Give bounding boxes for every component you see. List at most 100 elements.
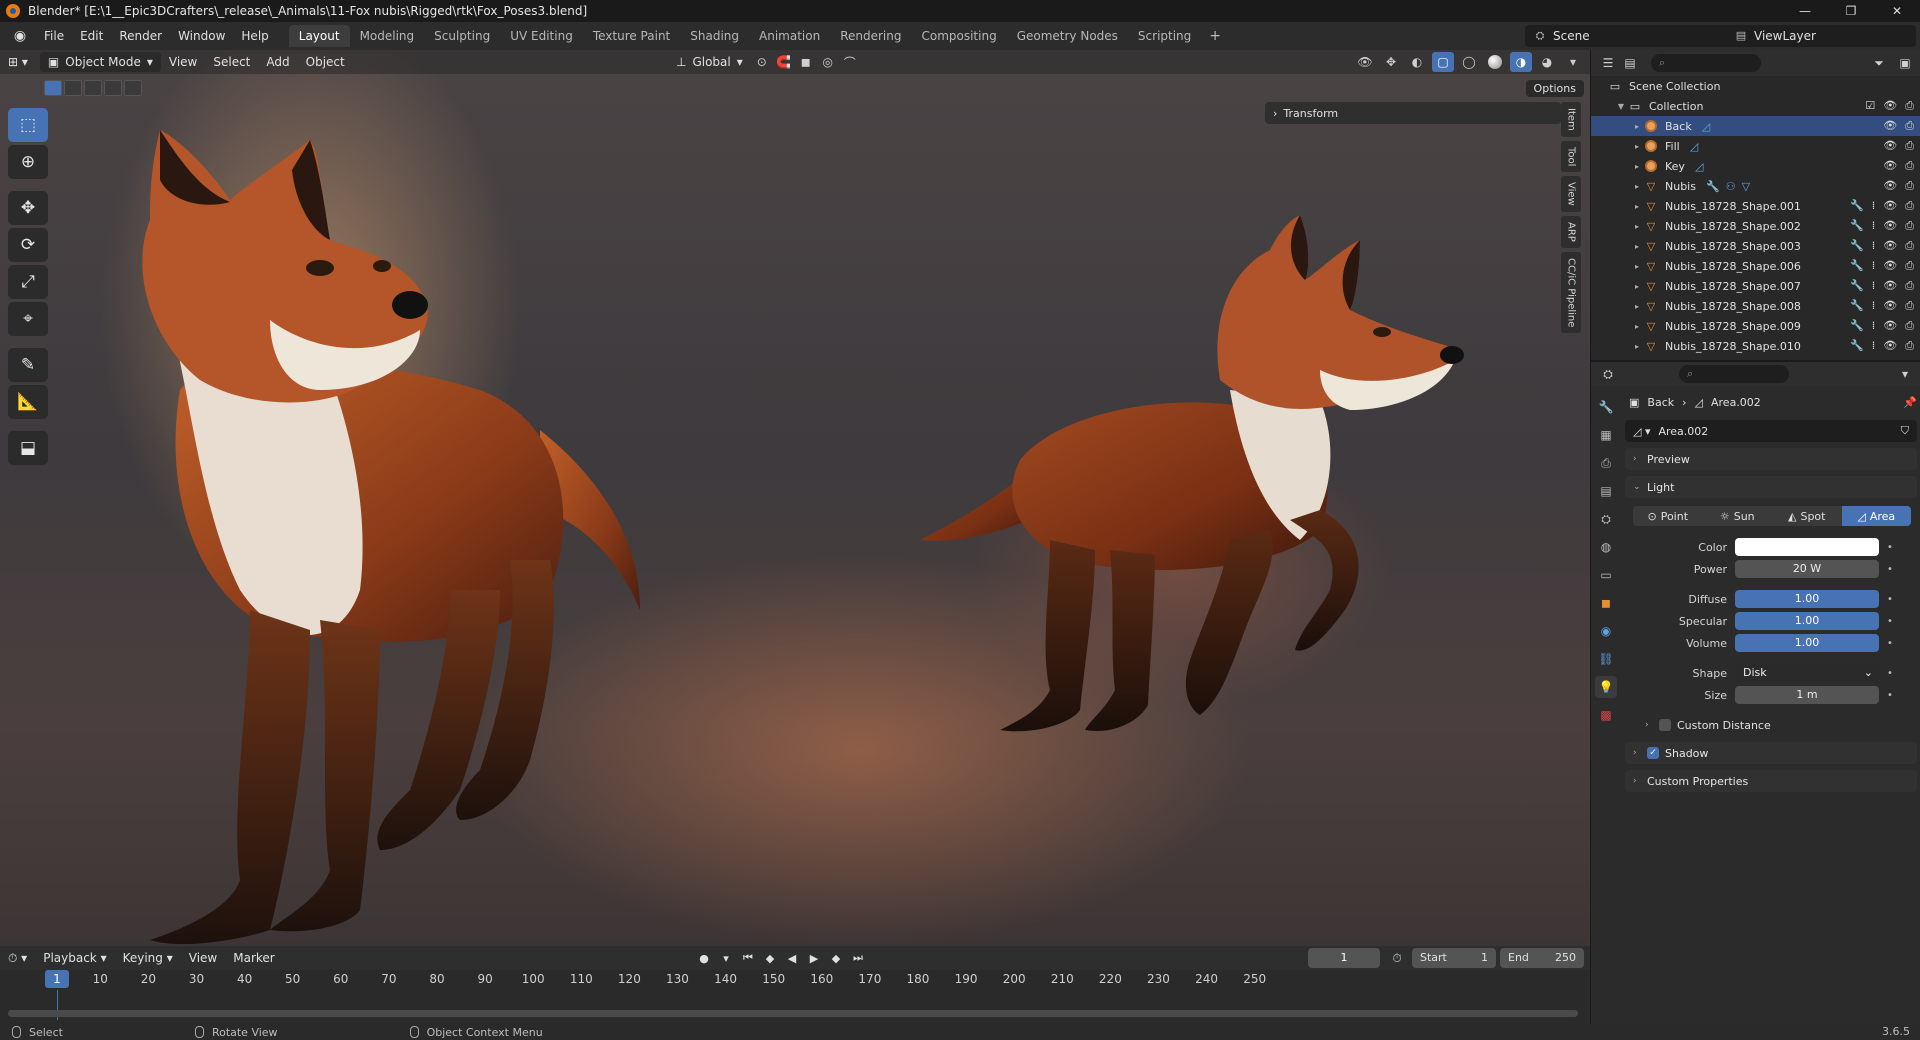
- light-data-icon[interactable]: ◿: [1702, 120, 1710, 133]
- outliner-row-nubis-18728-shape-006[interactable]: ▸ ▽ Nubis_18728_Shape.006 🔧 ⁞ 👁 ⎙: [1591, 256, 1920, 276]
- outliner-row-fill[interactable]: ▸ Fill ◿ 👁 ⎙: [1591, 136, 1920, 156]
- menu-file[interactable]: File: [36, 29, 72, 43]
- collection-props-icon[interactable]: ▭: [1595, 564, 1617, 586]
- expand-arrow-icon[interactable]: ▸: [1631, 242, 1643, 251]
- volume-slider[interactable]: 1.00: [1735, 634, 1879, 652]
- size-field[interactable]: 1 m: [1735, 686, 1879, 704]
- viewport-menu-add[interactable]: Add: [258, 52, 297, 72]
- camera-icon[interactable]: ⎙: [1905, 279, 1914, 293]
- display-mode-icon[interactable]: ▤: [1619, 53, 1641, 73]
- tab-layout[interactable]: Layout: [288, 25, 350, 47]
- snap-target-icon[interactable]: ◼: [795, 52, 817, 72]
- light-data-icon[interactable]: ◿: [1690, 140, 1698, 153]
- select-subtract-icon[interactable]: [84, 80, 102, 96]
- shadow-panel-header[interactable]: › ✓ Shadow: [1625, 742, 1917, 764]
- playhead[interactable]: 1: [45, 970, 69, 988]
- outliner-row-back[interactable]: ▸ Back ◿ 👁 ⎙: [1591, 116, 1920, 136]
- shading-options-icon[interactable]: ▾: [1562, 52, 1584, 72]
- outliner-row-nubis-18728-shape-008[interactable]: ▸ ▽ Nubis_18728_Shape.008 🔧 ⁞ 👁 ⎙: [1591, 296, 1920, 316]
- eye-icon[interactable]: 👁: [1883, 259, 1897, 273]
- custom-distance-subpanel[interactable]: › Custom Distance: [1625, 714, 1917, 736]
- tab-geometry-nodes[interactable]: Geometry Nodes: [1007, 25, 1128, 47]
- datablock-type-icon[interactable]: ◿ ▾: [1633, 425, 1650, 438]
- light-type-area[interactable]: ◿ Area: [1841, 506, 1911, 526]
- menu-edit[interactable]: Edit: [72, 29, 111, 43]
- eye-icon[interactable]: 👁: [1883, 319, 1897, 333]
- menu-window[interactable]: Window: [170, 29, 233, 43]
- close-button[interactable]: ✕: [1874, 0, 1920, 22]
- keyframe-dot-icon[interactable]: •: [1887, 564, 1897, 575]
- transform-panel-header[interactable]: › Transform: [1265, 102, 1561, 124]
- tab-item[interactable]: Item: [1561, 102, 1581, 137]
- record-options-icon[interactable]: ▾: [716, 948, 736, 968]
- camera-icon[interactable]: ⎙: [1905, 299, 1914, 313]
- falloff-icon[interactable]: ⌒: [839, 52, 861, 72]
- modifier-wrench-icon[interactable]: 🔧: [1850, 219, 1864, 233]
- tab-compositing[interactable]: Compositing: [911, 25, 1006, 47]
- vertex-group-icon[interactable]: ⁞: [1872, 299, 1876, 313]
- vertex-group-icon[interactable]: ⁞: [1872, 339, 1876, 353]
- pivot-icon[interactable]: ⊙: [751, 52, 773, 72]
- prev-keyframe-icon[interactable]: ◆: [760, 948, 780, 968]
- play-reverse-icon[interactable]: ◀: [782, 948, 802, 968]
- eye-icon[interactable]: 👁: [1883, 99, 1897, 113]
- end-frame-field[interactable]: End 250: [1500, 948, 1584, 968]
- tab-rendering[interactable]: Rendering: [830, 25, 911, 47]
- select-extend-icon[interactable]: [64, 80, 82, 96]
- frame-ruler[interactable]: 1 10 20 30 40 50 60 70 80 90 100 110 120 130 140 150 16…: [0, 970, 1590, 1020]
- constraints-props-icon[interactable]: ⛓: [1595, 648, 1617, 670]
- viewport-menu-select[interactable]: Select: [205, 52, 258, 72]
- viewport-menu-object[interactable]: Object: [298, 52, 353, 72]
- shape-dropdown[interactable]: Disk ⌄: [1735, 664, 1879, 682]
- timeline-menu-marker[interactable]: Marker: [225, 948, 282, 968]
- viewport-menu-view[interactable]: View: [161, 52, 205, 72]
- outliner[interactable]: ☰ ▤ ⌕ ⏷ ▣ ▭ Scene Collection ▼ ▭ Collect…: [1590, 50, 1920, 360]
- physics-props-icon[interactable]: ◉: [1595, 620, 1617, 642]
- select-invert-icon[interactable]: [104, 80, 122, 96]
- expand-arrow-icon[interactable]: ▸: [1631, 322, 1643, 331]
- wireframe-shading-icon[interactable]: ◯: [1458, 52, 1480, 72]
- new-collection-icon[interactable]: ▣: [1894, 53, 1916, 73]
- view-layer-props-icon[interactable]: ▤: [1595, 480, 1617, 502]
- camera-icon[interactable]: ⎙: [1905, 179, 1914, 193]
- expand-arrow-icon[interactable]: ▸: [1631, 142, 1643, 151]
- outliner-row-nubis-18728-shape-007[interactable]: ▸ ▽ Nubis_18728_Shape.007 🔧 ⁞ 👁 ⎙: [1591, 276, 1920, 296]
- scene-selector[interactable]: ⛭ Scene: [1525, 25, 1735, 47]
- blender-menu-icon[interactable]: ◉: [12, 28, 28, 44]
- vertex-group-icon[interactable]: ⁞: [1872, 199, 1876, 213]
- outliner-row-key[interactable]: ▸ Key ◿ 👁 ⎙: [1591, 156, 1920, 176]
- eye-icon[interactable]: 👁: [1883, 239, 1897, 253]
- tab-sculpting[interactable]: Sculpting: [424, 25, 500, 47]
- expand-arrow-icon[interactable]: ▸: [1631, 282, 1643, 291]
- camera-icon[interactable]: ⎙: [1905, 119, 1914, 133]
- select-intersect-icon[interactable]: [124, 80, 142, 96]
- modifier-wrench-icon[interactable]: 🔧: [1850, 199, 1864, 213]
- modifier-wrench-icon[interactable]: 🔧: [1850, 279, 1864, 293]
- pin-icon[interactable]: 📌: [1903, 396, 1917, 409]
- visibility-icon[interactable]: 👁: [1354, 52, 1376, 72]
- collapse-arrow-icon[interactable]: ▼: [1615, 102, 1627, 111]
- eye-icon[interactable]: 👁: [1883, 199, 1897, 213]
- keyframe-dot-icon[interactable]: •: [1887, 616, 1897, 627]
- scale-tool-icon[interactable]: ⤢: [8, 265, 48, 299]
- armature-data-icons[interactable]: 🔧 ⚇ ▽: [1706, 180, 1750, 193]
- vertex-group-icon[interactable]: ⁞: [1872, 259, 1876, 273]
- properties-editor[interactable]: ⛭ ⌕ ▾ 🔧 ▦ ⎙ ▤ ⛭ ◍ ▭ ◼ ◉ ⛓ 💡 ▩ ▣ Back › ◿…: [1590, 360, 1920, 1024]
- tab-tool[interactable]: Tool: [1561, 140, 1581, 173]
- minimize-button[interactable]: —: [1782, 0, 1828, 22]
- expand-arrow-icon[interactable]: ▸: [1631, 262, 1643, 271]
- expand-arrow-icon[interactable]: ▸: [1631, 202, 1643, 211]
- modifier-wrench-icon[interactable]: 🔧: [1850, 339, 1864, 353]
- wrench-icon[interactable]: 🔧: [1706, 180, 1720, 193]
- exclude-checkbox-icon[interactable]: ☑: [1865, 99, 1875, 113]
- menu-render[interactable]: Render: [111, 29, 170, 43]
- vertex-group-icon[interactable]: ⁞: [1872, 239, 1876, 253]
- custom-distance-checkbox[interactable]: [1659, 719, 1671, 731]
- tab-animation[interactable]: Animation: [749, 25, 830, 47]
- vertex-group-icon[interactable]: ⁞: [1872, 279, 1876, 293]
- collection-row[interactable]: ▼ ▭ Collection ☑ 👁 ⎙: [1591, 96, 1920, 116]
- add-workspace-button[interactable]: +: [1201, 28, 1229, 44]
- mesh-data-icon[interactable]: ▽: [1742, 180, 1750, 193]
- outliner-row-nubis-18728-shape-001[interactable]: ▸ ▽ Nubis_18728_Shape.001 🔧 ⁞ 👁 ⎙: [1591, 196, 1920, 216]
- rendered-shading-icon[interactable]: ◕: [1536, 52, 1558, 72]
